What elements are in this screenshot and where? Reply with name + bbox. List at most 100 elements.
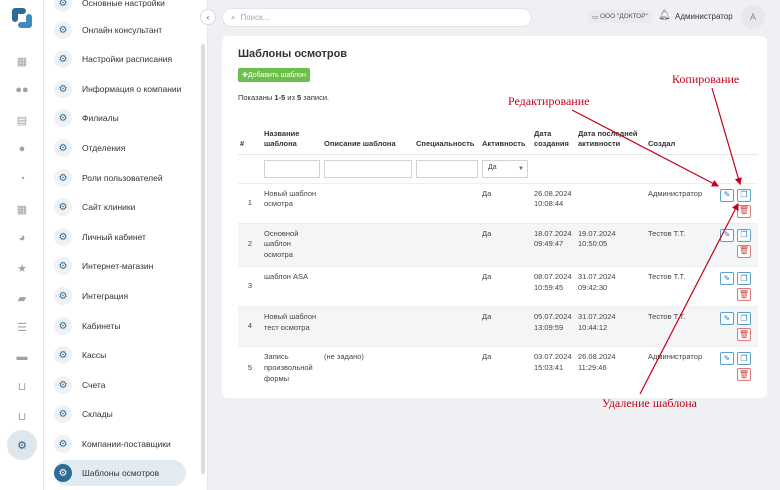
row-author: Администратор	[646, 182, 718, 223]
user-icon[interactable]: ●	[14, 141, 30, 157]
row-description: (не задано)	[322, 346, 414, 390]
filter-cell: Да ▼	[480, 153, 532, 183]
app-rail: ▦ ●● ▤ ● ◔ ▦ ◕ ★ ▰ ☰ ▬ ⊔ ⊔ ⚙	[0, 0, 44, 490]
filter-description-input[interactable]	[324, 159, 412, 178]
delete-button[interactable]: 🗑︎	[737, 244, 751, 258]
row-created: 26.08.2024 10:08:44	[532, 182, 576, 223]
filter-name-input[interactable]	[264, 159, 320, 178]
menu-item-label: Счета	[82, 380, 106, 390]
col-header-description[interactable]: Описание шаблона	[322, 118, 414, 154]
clipboard-icon[interactable]: ▤	[14, 112, 30, 128]
edit-button[interactable]: ✎	[720, 188, 734, 202]
menu-item-label: Сайт клиники	[82, 202, 136, 212]
table-icon[interactable]: ▦	[14, 201, 30, 217]
cart-return-icon[interactable]: ⊔	[14, 408, 30, 424]
delete-button[interactable]: 🗑︎	[737, 288, 751, 302]
menu-item-integration[interactable]: ⚙ Интеграция	[54, 283, 200, 309]
pie-chart-icon[interactable]: ◕	[14, 230, 30, 246]
filter-specialty-input[interactable]	[416, 159, 478, 178]
filter-cell	[262, 153, 322, 183]
bell-icon[interactable]: 🔔︎	[658, 10, 671, 21]
row-number: 4	[238, 306, 262, 347]
filter-row: Да ▼	[238, 153, 758, 183]
trash-icon: 🗑︎	[738, 329, 750, 339]
col-header-author[interactable]: Создал	[646, 118, 718, 154]
row-actions: ✎ ❐ 🗑︎	[718, 182, 758, 223]
search-input[interactable]: ⌕ Поиск...	[222, 8, 532, 27]
menu-item-schedule-settings[interactable]: ⚙ Настройки расписания	[54, 46, 200, 72]
copy-button[interactable]: ❐	[737, 352, 751, 366]
add-template-button[interactable]: ✚ Добавить шаблон	[238, 68, 310, 82]
menu-item-exam-templates[interactable]: ⚙ Шаблоны осмотров	[54, 460, 186, 486]
group-icon[interactable]: ●●	[14, 82, 30, 98]
settings-icon[interactable]: ⚙	[7, 430, 37, 460]
chat-icon[interactable]: ▰	[14, 290, 30, 306]
menu-item-online-consultant[interactable]: ⚙ Онлайн консультант	[54, 17, 200, 43]
menu-scrollbar[interactable]	[201, 44, 205, 474]
app-logo[interactable]	[9, 5, 35, 31]
delete-button[interactable]: 🗑︎	[737, 204, 751, 218]
edit-button[interactable]: ✎	[720, 228, 734, 242]
filter-cell	[576, 153, 646, 183]
row-description	[322, 182, 414, 223]
delete-button[interactable]: 🗑︎	[737, 368, 751, 382]
gear-icon: ⚙	[54, 435, 72, 453]
row-specialty	[414, 182, 480, 223]
filter-activity-select[interactable]: Да ▼	[482, 159, 528, 178]
gear-icon: ⚙	[54, 257, 72, 275]
filter-cell	[646, 153, 718, 183]
edit-button[interactable]: ✎	[720, 312, 734, 326]
search-placeholder: Поиск...	[240, 13, 270, 22]
delete-button[interactable]: 🗑︎	[737, 328, 751, 342]
cart-icon[interactable]: ⊔	[14, 378, 30, 394]
menu-item-label: Шаблоны осмотров	[82, 468, 160, 478]
menu-item-company-info[interactable]: ⚙ Информация о компании	[54, 76, 200, 102]
menu-item-branches[interactable]: ⚙ Филиалы	[54, 105, 200, 131]
col-header-specialty[interactable]: Специальность	[414, 118, 480, 154]
handshake-icon[interactable]: ▬	[14, 349, 30, 365]
calendar-icon[interactable]: ▦	[14, 53, 30, 69]
filter-activity-value: Да	[488, 164, 497, 172]
menu-item-departments[interactable]: ⚙ Отделения	[54, 135, 200, 161]
list-icon[interactable]: ☰	[14, 319, 30, 335]
clock-icon[interactable]: ◔	[14, 171, 30, 187]
copy-button[interactable]: ❐	[737, 272, 751, 286]
menu-item-cash-desks[interactable]: ⚙ Кассы	[54, 342, 200, 368]
menu-item-online-store[interactable]: ⚙ Интернет-магазин	[54, 253, 200, 279]
table-row: 5 Запись произвольной формы (не задано) …	[238, 346, 758, 390]
user-name[interactable]: Администратор	[675, 12, 733, 21]
gear-icon: ⚙	[54, 405, 72, 423]
col-header-created[interactable]: Дата создания	[532, 118, 576, 154]
col-header-num[interactable]: #	[238, 118, 262, 154]
row-number: 2	[238, 222, 262, 267]
menu-item-warehouses[interactable]: ⚙ Склады	[54, 401, 200, 427]
gear-icon: ⚙	[54, 376, 72, 394]
copy-button[interactable]: ❐	[737, 188, 751, 202]
copy-button[interactable]: ❐	[737, 228, 751, 242]
star-icon[interactable]: ★	[14, 260, 30, 276]
gear-icon: ⚙	[54, 0, 72, 12]
avatar[interactable]: A	[741, 5, 765, 29]
edit-button[interactable]: ✎	[720, 272, 734, 286]
menu-item-personal-account[interactable]: ⚙ Личный кабинет	[54, 224, 200, 250]
row-created: 05.07.2024 13:09:59	[532, 306, 576, 347]
menu-item-clinic-site[interactable]: ⚙ Сайт клиники	[54, 194, 200, 220]
menu-item-rooms[interactable]: ⚙ Кабинеты	[54, 313, 200, 339]
copy-button[interactable]: ❐	[737, 312, 751, 326]
menu-item-user-roles[interactable]: ⚙ Роли пользователей	[54, 165, 200, 191]
col-header-name[interactable]: Название шаблона	[262, 118, 322, 154]
menu-item-label: Информация о компании	[82, 84, 182, 94]
edit-button[interactable]: ✎	[720, 352, 734, 366]
menu-item-basic-settings[interactable]: ⚙ Основные настройки	[54, 0, 200, 16]
col-header-activity[interactable]: Активность	[480, 118, 532, 154]
filter-cell	[322, 153, 414, 183]
menu-item-accounts[interactable]: ⚙ Счета	[54, 372, 200, 398]
col-header-last-activity[interactable]: Дата последней активности	[576, 118, 646, 154]
row-activity: Да	[480, 306, 532, 347]
row-description	[322, 266, 414, 307]
row-activity: Да	[480, 346, 532, 390]
organization-badge[interactable]: ▭ ООО "ДОКТОР"	[588, 10, 652, 23]
menu-item-suppliers[interactable]: ⚙ Компании-поставщики	[54, 431, 200, 457]
back-button[interactable]: ‹	[200, 9, 216, 25]
topbar: ‹ ⌕ Поиск... ▭ ООО "ДОКТОР" 🔔︎ Администр…	[196, 0, 780, 36]
